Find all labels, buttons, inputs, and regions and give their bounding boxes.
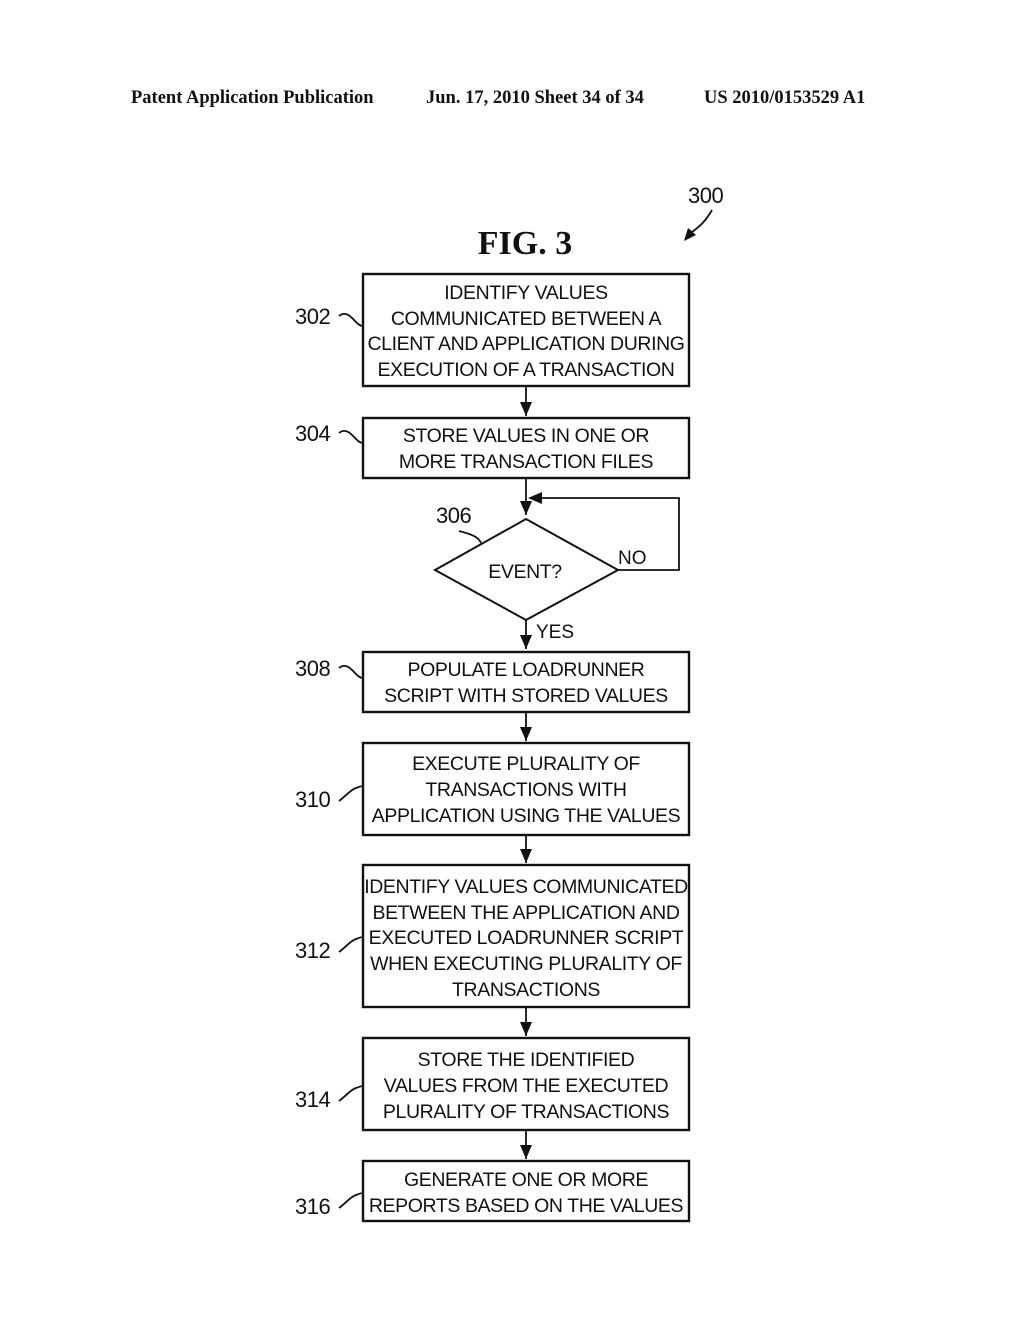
step-text-line: IDENTIFY VALUES <box>444 282 608 304</box>
step-306-decision: EVENT? 306 NO YES <box>432 492 680 643</box>
step-ref: 306 <box>436 503 471 528</box>
step-text-line: CLIENT AND APPLICATION DURING <box>367 333 684 355</box>
ref-leader <box>338 664 364 679</box>
step-text-line: BETWEEN THE APPLICATION AND <box>372 902 679 924</box>
step-302: IDENTIFY VALUES COMMUNICATED BETWEEN A C… <box>295 272 691 388</box>
ref-leader <box>338 1085 364 1102</box>
flowchart: FIG. 3 300 IDENTIFY VALUES COMMUNICATED … <box>295 183 724 1223</box>
yes-label: YES <box>536 622 574 643</box>
step-text-line: TRANSACTIONS WITH <box>425 779 626 801</box>
step-text-line: STORE VALUES IN ONE OR <box>403 425 650 447</box>
step-ref: 312 <box>295 938 330 963</box>
step-ref: 308 <box>295 656 330 681</box>
step-text-line: GENERATE ONE OR MORE <box>404 1169 648 1191</box>
step-304: STORE VALUES IN ONE OR MORE TRANSACTION … <box>295 416 691 480</box>
step-316: GENERATE ONE OR MORE REPORTS BASED ON TH… <box>295 1159 691 1223</box>
step-text-line: SCRIPT WITH STORED VALUES <box>384 685 668 707</box>
step-ref: 314 <box>295 1087 330 1112</box>
step-text-line: REPORTS BASED ON THE VALUES <box>369 1195 684 1217</box>
ref-leader <box>338 1192 364 1209</box>
no-loop-arrowhead-icon <box>528 492 542 504</box>
step-310: EXECUTE PLURALITY OF TRANSACTIONS WITH A… <box>295 741 691 837</box>
step-312: IDENTIFY VALUES COMMUNICATED BETWEEN THE… <box>295 863 691 1009</box>
step-text-line: APPLICATION USING THE VALUES <box>372 805 681 827</box>
step-ref: 310 <box>295 787 330 812</box>
step-text-line: COMMUNICATED BETWEEN A <box>391 308 662 330</box>
ref-leader <box>338 785 364 802</box>
step-308: POPULATE LOADRUNNER SCRIPT WITH STORED V… <box>295 650 691 714</box>
ref-leader <box>338 312 364 327</box>
step-text-line: VALUES FROM THE EXECUTED <box>384 1075 669 1097</box>
ref-leader <box>338 429 364 444</box>
step-314: STORE THE IDENTIFIED VALUES FROM THE EXE… <box>295 1036 691 1132</box>
figure-title: FIG. 3 <box>478 225 572 262</box>
step-text-line: WHEN EXECUTING PLURALITY OF <box>370 953 682 975</box>
step-ref: 302 <box>295 304 330 329</box>
step-text-line: EXECUTION OF A TRANSACTION <box>378 359 675 381</box>
no-label: NO <box>618 548 647 569</box>
step-text-line: POPULATE LOADRUNNER <box>408 659 645 681</box>
step-text-line: IDENTIFY VALUES COMMUNICATED <box>364 876 688 898</box>
step-text-line: PLURALITY OF TRANSACTIONS <box>383 1101 670 1123</box>
step-text-line: MORE TRANSACTION FILES <box>399 451 654 473</box>
step-text-line: STORE THE IDENTIFIED <box>418 1049 635 1071</box>
decision-text: EVENT? <box>488 561 562 583</box>
step-text-line: EXECUTED LOADRUNNER SCRIPT <box>369 927 684 949</box>
step-ref: 304 <box>295 421 330 446</box>
figure-ref-300: 300 <box>688 183 723 208</box>
step-text-line: EXECUTE PLURALITY OF <box>412 753 640 775</box>
ref-300-leader <box>691 209 713 233</box>
step-ref: 316 <box>295 1194 330 1219</box>
step-text-line: TRANSACTIONS <box>452 979 600 1001</box>
ref-leader <box>458 530 482 544</box>
ref-leader <box>338 936 364 953</box>
